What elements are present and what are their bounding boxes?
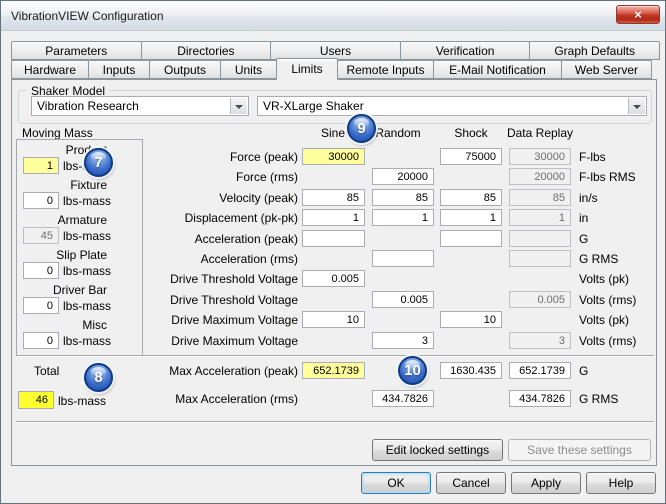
acceleration-peak-sine-field[interactable] [302, 230, 365, 247]
callout-badge-9: 9 [347, 114, 376, 143]
force-rms-random-field[interactable]: 20000 [372, 168, 434, 185]
row-label-velocity-peak-in-s: Velocity (peak) [12, 191, 298, 205]
tab-hardware[interactable]: Hardware [11, 60, 89, 79]
max-acceleration-rms-data-replay-field: 434.7826 [509, 390, 571, 407]
max-acceleration-rms-random-field: 434.7826 [372, 390, 434, 407]
apply-button[interactable]: Apply [511, 472, 581, 494]
callout-badge-8: 8 [84, 363, 113, 392]
unit-label-volts-pk: Volts (pk) [579, 272, 629, 286]
total-mass-label: Total [34, 364, 59, 378]
drive-threshold-voltage-random-field[interactable]: 0.005 [372, 291, 434, 308]
unit-label-g-rms: G RMS [579, 392, 618, 406]
drive-threshold-voltage-sine-field[interactable]: 0.005 [302, 270, 365, 287]
close-button[interactable]: × [616, 5, 660, 24]
settings-action-buttons: Edit locked settingsSave these settings [372, 439, 651, 461]
drive-maximum-voltage-data-replay-field: 3 [509, 332, 571, 349]
displacement-pk-pk-shock-field[interactable]: 1 [440, 209, 502, 226]
help-button[interactable]: Help [586, 472, 656, 494]
tab-outputs[interactable]: Outputs [149, 60, 221, 79]
row-label-drive-maximum-voltage-volts-pk: Drive Maximum Voltage [12, 313, 298, 327]
drive-threshold-voltage-data-replay-field: 0.005 [509, 291, 571, 308]
unit-label-g-rms: G RMS [579, 252, 618, 266]
cancel-button[interactable]: Cancel [436, 472, 506, 494]
force-peak-sine-field[interactable]: 30000 [302, 148, 365, 165]
tab-units[interactable]: Units [220, 60, 277, 79]
unit-label-in: in [579, 211, 588, 225]
unit-label-in-s: in/s [579, 191, 598, 205]
total-mass-field: 46 [18, 391, 54, 409]
displacement-pk-pk-random-field[interactable]: 1 [372, 209, 434, 226]
acceleration-rms-data-replay-field [509, 250, 571, 267]
vibrationview-configuration-dialog: VibrationVIEW Configuration × Parameters… [0, 0, 666, 504]
row-label-drive-threshold-voltage-volts-rms: Drive Threshold Voltage [12, 293, 298, 307]
row-label-force-rms-f-lbs-rms: Force (rms) [12, 170, 298, 184]
unit-label-volts-pk: Volts (pk) [579, 313, 629, 327]
tab-inputs[interactable]: Inputs [88, 60, 150, 79]
limits-tab-panel: Shaker Model Vibration Research VR-XLarg… [11, 79, 657, 466]
limits-table: Force (peak) 30000 75000 30000 F-lbs Force (r… [12, 80, 656, 465]
window-title: VibrationVIEW Configuration [11, 9, 164, 23]
max-acceleration-peak-shock-field: 1630.435 [440, 362, 502, 379]
unit-label-f-lbs-rms: F-lbs RMS [579, 170, 636, 184]
callout-badge-7: 7 [84, 148, 113, 177]
tab-row-secondary: HardwareInputsOutputsUnitsLimitsRemote I… [11, 60, 659, 79]
tab-remote-inputs[interactable]: Remote Inputs [337, 60, 434, 79]
row-label-max-acceleration-rms-g-rms: Max Acceleration (rms) [12, 392, 298, 406]
unit-label-volts-rms: Volts (rms) [579, 293, 636, 307]
tab-web-server[interactable]: Web Server [561, 60, 652, 79]
tab-e-mail-notification[interactable]: E-Mail Notification [433, 60, 562, 79]
tab-parameters[interactable]: Parameters [11, 41, 142, 60]
force-peak-data-replay-field: 30000 [509, 148, 571, 165]
row-label-acceleration-peak-g: Acceleration (peak) [12, 232, 298, 246]
title-bar: VibrationVIEW Configuration × [1, 1, 665, 31]
force-rms-data-replay-field: 20000 [509, 168, 571, 185]
max-acceleration-peak-data-replay-field: 652.1739 [509, 362, 571, 379]
callout-badge-10: 10 [398, 356, 427, 385]
velocity-peak-random-field[interactable]: 85 [372, 189, 434, 206]
tab-directories[interactable]: Directories [141, 41, 272, 60]
row-label-displacement-pk-pk-in: Displacement (pk-pk) [12, 211, 298, 225]
acceleration-peak-shock-field[interactable] [440, 230, 502, 247]
edit-locked-settings-button[interactable]: Edit locked settings [372, 439, 503, 461]
drive-maximum-voltage-random-field[interactable]: 3 [372, 332, 434, 349]
drive-maximum-voltage-shock-field[interactable]: 10 [440, 311, 502, 328]
save-these-settings-button: Save these settings [508, 439, 651, 461]
velocity-peak-data-replay-field: 85 [509, 189, 571, 206]
drive-maximum-voltage-sine-field[interactable]: 10 [302, 311, 365, 328]
displacement-pk-pk-sine-field[interactable]: 1 [302, 209, 365, 226]
max-acceleration-peak-sine-field: 652.1739 [302, 362, 365, 379]
force-peak-shock-field[interactable]: 75000 [440, 148, 502, 165]
row-label-force-peak-f-lbs: Force (peak) [12, 150, 298, 164]
close-icon: × [634, 8, 642, 21]
tab-graph-defaults[interactable]: Graph Defaults [529, 41, 660, 60]
tab-limits[interactable]: Limits [276, 58, 338, 80]
velocity-peak-sine-field[interactable]: 85 [302, 189, 365, 206]
unit-label-g: G [579, 232, 588, 246]
separator-line [16, 421, 654, 423]
unit-label-f-lbs: F-lbs [579, 150, 606, 164]
acceleration-rms-random-field[interactable] [372, 250, 434, 267]
tab-verification[interactable]: Verification [400, 41, 531, 60]
unit-label-g: G [579, 364, 588, 378]
velocity-peak-shock-field[interactable]: 85 [440, 189, 502, 206]
row-label-drive-threshold-voltage-volts-pk: Drive Threshold Voltage [12, 272, 298, 286]
separator-line [16, 355, 654, 357]
ok-button[interactable]: OK [361, 472, 431, 494]
row-label-acceleration-rms-g-rms: Acceleration (rms) [12, 252, 298, 266]
row-label-drive-maximum-voltage-volts-rms: Drive Maximum Voltage [12, 334, 298, 348]
unit-label-volts-rms: Volts (rms) [579, 334, 636, 348]
displacement-pk-pk-data-replay-field: 1 [509, 209, 571, 226]
total-mass-unit: lbs-mass [58, 394, 106, 408]
acceleration-peak-data-replay-field [509, 230, 571, 247]
dialog-buttons: OKCancelApplyHelp [361, 472, 656, 494]
